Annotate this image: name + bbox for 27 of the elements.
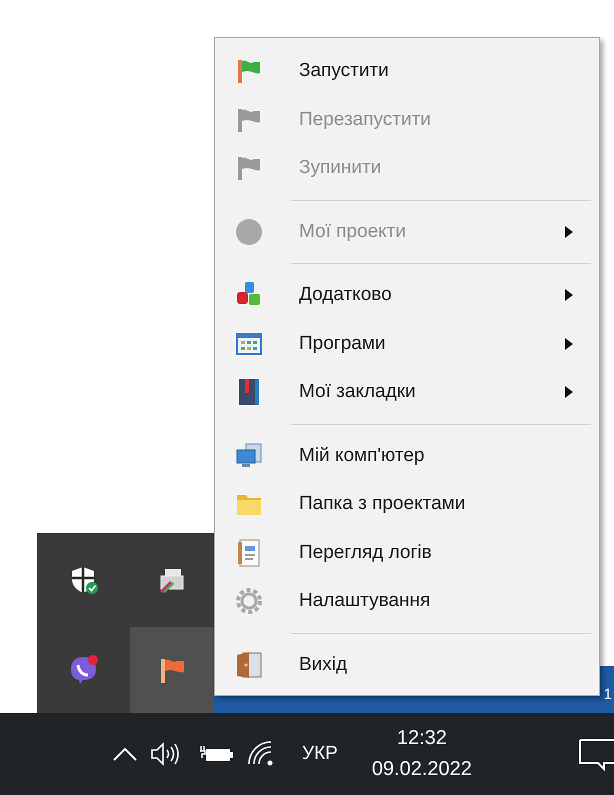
menu-item[interactable]: Папка з проектами	[215, 480, 599, 528]
speaker-icon[interactable]	[150, 741, 180, 767]
menu-item[interactable]: Мої закладки	[215, 368, 599, 416]
flag-icon	[235, 154, 263, 182]
submenu-arrow-icon	[565, 338, 573, 350]
caret-up-icon[interactable]	[112, 746, 138, 762]
menu-item[interactable]: Перегляд логів	[215, 528, 599, 577]
door-icon	[235, 650, 263, 679]
notification-icon[interactable]	[578, 737, 614, 771]
computer-icon	[235, 442, 263, 470]
desktop-edge-text: 1	[604, 686, 613, 705]
submenu-arrow-icon	[565, 386, 573, 398]
language-indicator[interactable]: УКР	[302, 743, 338, 765]
clock[interactable]: 12:32 09.02.2022	[372, 723, 472, 785]
submenu-arrow-icon	[565, 289, 573, 302]
submenu-arrow-icon	[565, 226, 573, 238]
menu-item[interactable]: Програми	[215, 320, 599, 368]
battery-icon[interactable]	[198, 744, 234, 764]
menu-item[interactable]: Вихід	[215, 640, 599, 689]
menu-item[interactable]: Запустити	[215, 47, 599, 96]
menu-item[interactable]: Мій комп'ютер	[215, 432, 599, 480]
circle-icon	[235, 218, 263, 246]
gear-icon	[235, 587, 263, 616]
menu-item[interactable]: Налаштування	[215, 577, 599, 626]
tray-icon-cell[interactable]	[130, 627, 214, 713]
flag-icon	[235, 57, 263, 86]
menu-item[interactable]: Додатково	[215, 271, 599, 320]
